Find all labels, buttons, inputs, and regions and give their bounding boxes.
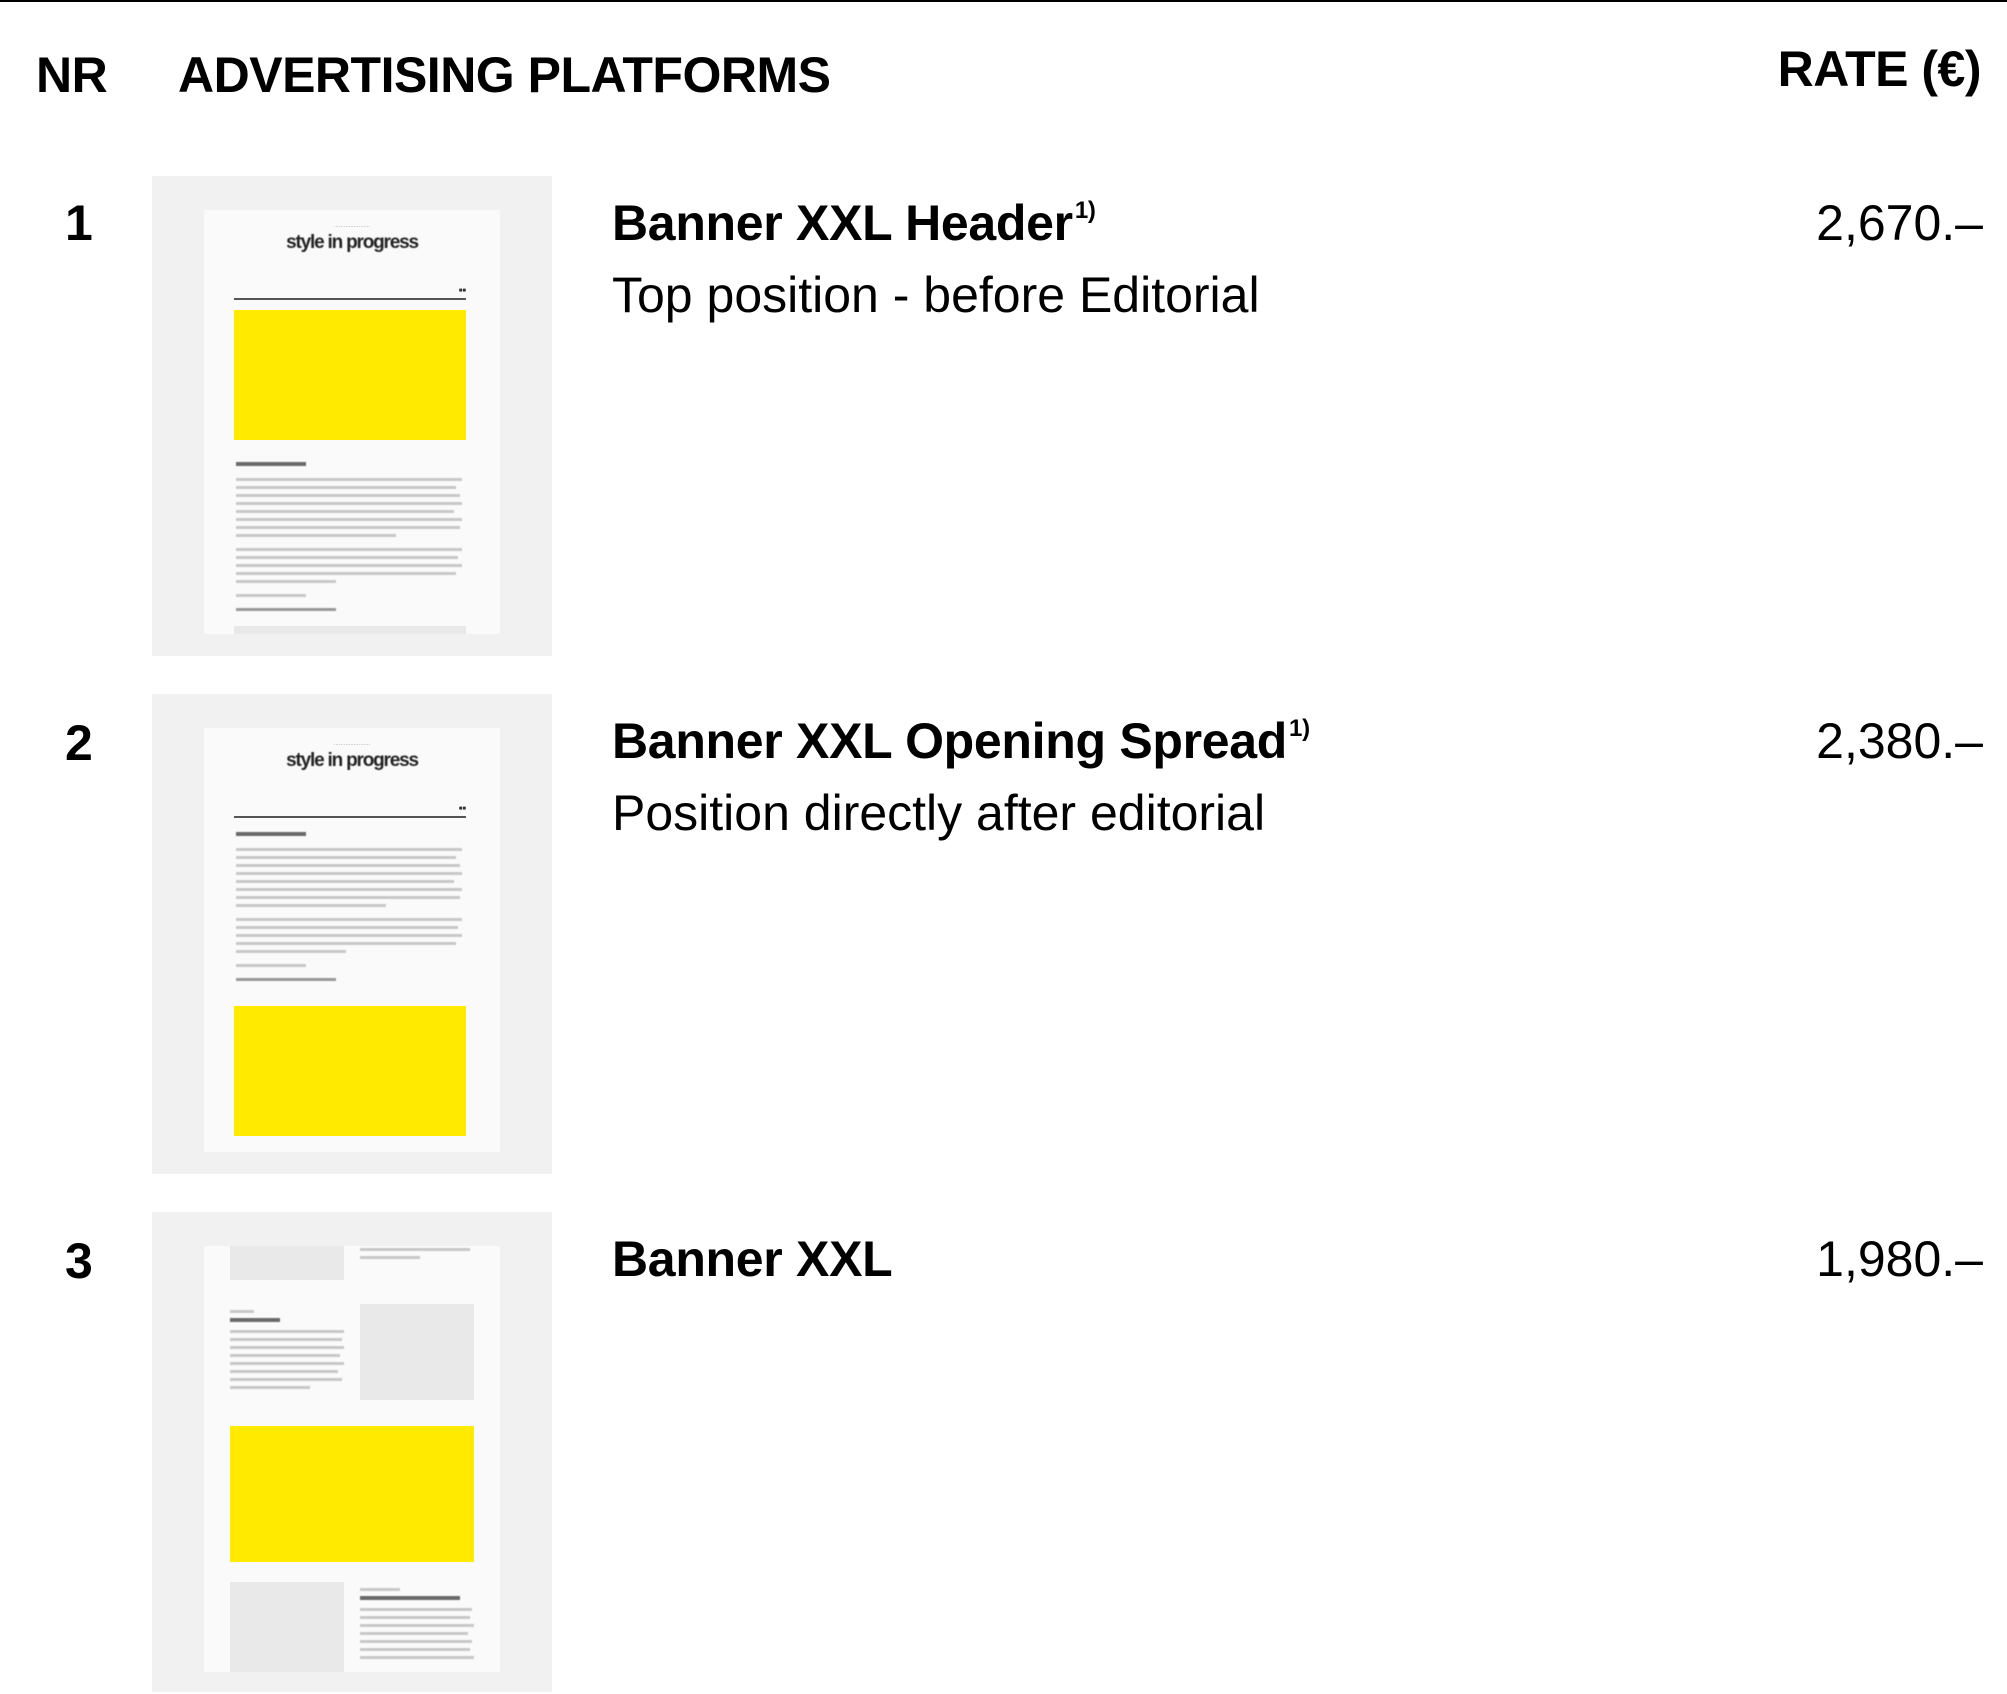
newsletter-logo: style in progress <box>286 750 419 771</box>
row-2-number: 2 <box>65 715 93 771</box>
column-header-rate: RATE (€) <box>1777 41 1982 97</box>
top-rule <box>0 0 2007 2</box>
text-line <box>236 594 306 597</box>
row-1-number: 1 <box>65 195 93 251</box>
text-line <box>236 856 456 859</box>
text-line <box>236 864 460 867</box>
image-block <box>360 1304 474 1400</box>
text-line <box>236 556 458 559</box>
text-line <box>236 502 462 505</box>
page-mockup <box>204 1246 500 1672</box>
row-1-rate: 2,670.– <box>1816 195 1983 251</box>
text-line <box>360 1248 470 1251</box>
header-rule <box>234 816 466 818</box>
text-line <box>236 548 462 551</box>
row-2-description: Position directly after editorial <box>612 785 1266 841</box>
row-3-number: 3 <box>65 1233 93 1289</box>
text-line <box>236 926 458 929</box>
text-line <box>360 1640 472 1643</box>
image-block <box>230 1582 344 1672</box>
column-header-nr: NR <box>36 47 108 103</box>
text-line <box>236 534 396 537</box>
text-line <box>236 526 460 529</box>
row-3-title: Banner XXL <box>612 1231 893 1287</box>
text-line <box>230 1370 338 1373</box>
text-line <box>236 518 462 521</box>
text-line <box>236 572 456 575</box>
text-line <box>236 486 456 489</box>
text-line <box>230 1338 342 1341</box>
text-line <box>236 462 306 466</box>
text-line <box>360 1616 470 1619</box>
text-line <box>236 950 346 953</box>
row-3-rate: 1,980.– <box>1816 1231 1983 1287</box>
row-1-title-text: Banner XXL Header <box>612 195 1073 251</box>
row-1-footnote: 1) <box>1074 197 1096 224</box>
text-line <box>236 880 454 883</box>
banner-placeholder <box>234 310 466 440</box>
text-line <box>236 510 454 513</box>
text-line <box>236 934 462 937</box>
text-line <box>360 1608 472 1611</box>
text-line <box>236 872 462 875</box>
text-line <box>236 942 456 945</box>
text-line <box>236 478 462 481</box>
header-rule <box>234 298 466 300</box>
row-2-rate: 2,380.– <box>1816 713 1983 769</box>
text-line <box>236 608 336 611</box>
page-mark: ■■ <box>458 806 466 812</box>
text-line <box>236 580 336 583</box>
row-1-title: Banner XXL Header1) <box>612 198 1096 248</box>
banner-placeholder <box>234 1006 466 1136</box>
text-line <box>230 1330 344 1333</box>
page-mockup: ······················ style in progress… <box>204 728 500 1152</box>
text-line <box>360 1596 460 1600</box>
page-mockup: ······················ style in progress… <box>204 210 500 634</box>
row-2-title: Banner XXL Opening Spread1) <box>612 716 1310 766</box>
text-line <box>230 1354 340 1357</box>
row-3-title-text: Banner XXL <box>612 1231 893 1287</box>
footer-block <box>234 626 466 634</box>
text-line <box>230 1346 344 1349</box>
text-line <box>236 964 306 967</box>
text-line <box>230 1362 344 1365</box>
image-block <box>230 1246 344 1280</box>
text-line <box>236 904 386 907</box>
text-line <box>236 832 306 836</box>
text-line <box>360 1588 400 1591</box>
banner-placeholder <box>230 1426 474 1562</box>
text-line <box>360 1648 470 1651</box>
text-line <box>230 1310 254 1313</box>
text-line <box>360 1656 474 1659</box>
text-line <box>230 1386 310 1389</box>
text-line <box>236 888 462 891</box>
row-2-thumbnail: ······················ style in progress… <box>152 694 552 1174</box>
text-line <box>360 1632 468 1635</box>
row-1-description: Top position - before Editorial <box>612 267 1260 323</box>
page-mark: ■■ <box>458 288 466 294</box>
text-line <box>360 1624 474 1627</box>
page-kicker: ······················ <box>333 224 371 230</box>
text-line <box>360 1256 420 1259</box>
text-line <box>236 848 462 851</box>
newsletter-logo: style in progress <box>286 232 419 253</box>
row-3-thumbnail <box>152 1212 552 1692</box>
text-line <box>236 978 336 981</box>
column-header-platforms: ADVERTISING PLATFORMS <box>178 47 831 103</box>
text-line <box>236 918 462 921</box>
text-line <box>236 896 460 899</box>
page-kicker: ······················ <box>333 742 371 748</box>
row-2-footnote: 1) <box>1289 715 1310 742</box>
text-line <box>230 1378 342 1381</box>
row-2-title-text: Banner XXL Opening Spread <box>612 713 1288 769</box>
row-1-thumbnail: ······················ style in progress… <box>152 176 552 656</box>
text-line <box>236 494 460 497</box>
text-line <box>230 1318 280 1322</box>
text-line <box>236 564 462 567</box>
